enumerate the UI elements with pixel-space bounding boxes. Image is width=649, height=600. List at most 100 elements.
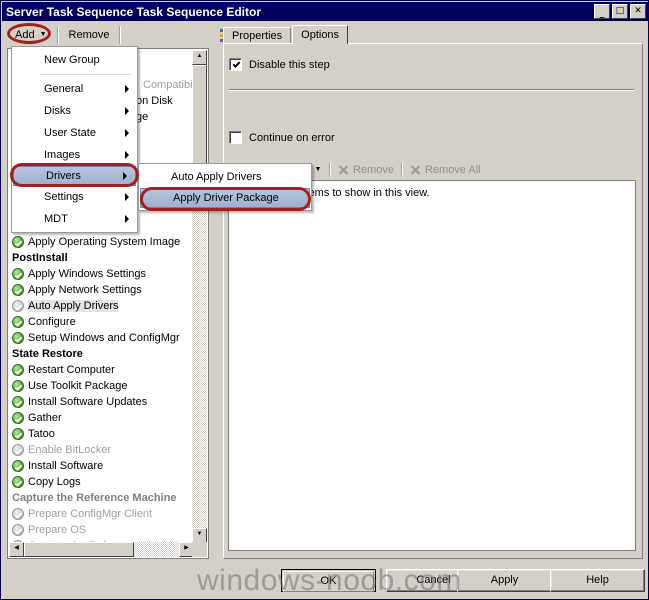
tree-item-label: Use Toolkit Package bbox=[28, 380, 128, 392]
chevron-down-icon: ▼ bbox=[39, 31, 47, 38]
remove-condition-button[interactable]: Remove bbox=[334, 161, 398, 178]
add-button-label: Add bbox=[15, 28, 35, 41]
ok-button[interactable]: OK bbox=[281, 569, 376, 592]
add-dropdown-menu[interactable]: New Group General Disks User State Image… bbox=[11, 46, 138, 233]
scroll-up-icon[interactable]: ▲ bbox=[192, 50, 207, 65]
tree-item-label: PostInstall bbox=[12, 252, 68, 264]
tree-vertical-scroll-thumb[interactable] bbox=[192, 65, 207, 169]
step-enabled-icon bbox=[12, 380, 24, 392]
step-enabled-icon bbox=[12, 364, 24, 376]
tree-item-tatoo[interactable]: Tatoo bbox=[8, 426, 193, 442]
step-enabled-icon bbox=[12, 316, 24, 328]
disable-this-step-checkbox[interactable] bbox=[229, 58, 242, 71]
remove-all-conditions-button[interactable]: Remove All bbox=[406, 161, 485, 178]
scroll-down-icon[interactable]: ▼ bbox=[192, 528, 207, 543]
tree-item-apply-windows-settings[interactable]: Apply Windows Settings bbox=[8, 266, 193, 282]
chevron-right-icon bbox=[125, 129, 129, 137]
tree-item-apply-operating-system-image[interactable]: Apply Operating System Image bbox=[8, 234, 193, 250]
menu-item-auto-apply-drivers[interactable]: Auto Apply Drivers bbox=[139, 166, 311, 188]
tree-item-enable-bitlocker[interactable]: Enable BitLocker bbox=[8, 442, 193, 458]
continue-on-error-row[interactable]: Continue on error bbox=[229, 131, 335, 144]
chevron-right-icon bbox=[125, 151, 129, 159]
continue-on-error-checkbox[interactable] bbox=[229, 131, 242, 144]
tree-item-label: Tatoo bbox=[28, 428, 55, 440]
menu-item-label: General bbox=[44, 83, 84, 95]
tree-item-label: Prepare OS bbox=[28, 524, 87, 536]
tree-item-use-toolkit-package[interactable]: Use Toolkit Package bbox=[8, 378, 193, 394]
tree-item-prepare-configmgr-client[interactable]: Prepare ConfigMgr Client bbox=[8, 506, 193, 522]
tree-item-install-software[interactable]: Install Software bbox=[8, 458, 193, 474]
maximize-icon[interactable]: □ bbox=[612, 4, 628, 19]
ok-button-label: OK bbox=[283, 571, 374, 592]
tree-item-label: Capture the Reference Machine bbox=[12, 492, 177, 504]
menu-item-apply-driver-package[interactable]: Apply Driver Package bbox=[140, 188, 310, 208]
step-enabled-icon bbox=[12, 284, 24, 296]
menu-item-disks[interactable]: Disks bbox=[12, 100, 137, 122]
step-disabled-icon bbox=[12, 300, 24, 312]
tree-horizontal-scroll-thumb[interactable] bbox=[24, 542, 134, 557]
step-enabled-icon bbox=[12, 476, 24, 488]
title-bar: Server Task Sequence Task Sequence Edito… bbox=[2, 2, 649, 21]
step-enabled-icon bbox=[12, 268, 24, 280]
tree-item-setup-windows-and-configmgr[interactable]: Setup Windows and ConfigMgr bbox=[8, 330, 193, 346]
scroll-left-icon[interactable]: ◀ bbox=[9, 542, 24, 557]
tree-item-copy-logs[interactable]: Copy Logs bbox=[8, 474, 193, 490]
menu-item-general[interactable]: General bbox=[12, 78, 137, 100]
tree-item-prepare-os[interactable]: Prepare OS bbox=[8, 522, 193, 538]
remove-button[interactable]: Remove bbox=[63, 25, 116, 45]
tab-properties[interactable]: Properties bbox=[223, 27, 292, 44]
tree-item-label: Apply Operating System Image bbox=[28, 236, 181, 248]
tree-vertical-scrollbar[interactable]: ▲ ▼ bbox=[192, 50, 207, 543]
task-sequence-editor-window: Server Task Sequence Task Sequence Edito… bbox=[0, 0, 649, 600]
tree-group-postinstall[interactable]: PostInstall bbox=[8, 250, 193, 266]
tree-item-restart-computer[interactable]: Restart Computer bbox=[8, 362, 193, 378]
tree-horizontal-scrollbar[interactable]: ◀ ▶ bbox=[9, 542, 194, 557]
remove-all-conditions-label: Remove All bbox=[424, 163, 481, 176]
tree-item-label: Restart Computer bbox=[28, 364, 115, 376]
tree-group-capture-the-reference-machine[interactable]: Capture the Reference Machine bbox=[8, 490, 193, 506]
tree-item-label: Setup Windows and ConfigMgr bbox=[28, 332, 180, 344]
tab-options[interactable]: Options bbox=[292, 25, 349, 44]
tree-item-label: Configure bbox=[28, 316, 76, 328]
add-condition-dropdown-icon[interactable]: ▼ bbox=[310, 161, 326, 178]
continue-on-error-label: Continue on error bbox=[249, 131, 335, 144]
add-button[interactable]: Add ▼ bbox=[9, 25, 53, 45]
close-icon[interactable]: ✕ bbox=[630, 4, 646, 19]
tree-group-state-restore[interactable]: State Restore bbox=[8, 346, 193, 362]
tree-item-apply-network-settings[interactable]: Apply Network Settings bbox=[8, 282, 193, 298]
menu-item-label: Auto Apply Drivers bbox=[171, 171, 262, 183]
step-disabled-icon bbox=[12, 508, 24, 520]
menu-item-label: Apply Driver Package bbox=[173, 192, 279, 204]
drivers-submenu[interactable]: Auto Apply Drivers Apply Driver Package bbox=[138, 163, 312, 211]
disable-this-step-row[interactable]: Disable this step bbox=[229, 58, 330, 71]
menu-item-drivers[interactable]: Drivers bbox=[13, 166, 136, 186]
tree-item-install-software-updates[interactable]: Install Software Updates bbox=[8, 394, 193, 410]
help-button[interactable]: Help bbox=[550, 569, 645, 592]
toolbar-separator-1 bbox=[56, 25, 59, 44]
menu-item-images[interactable]: Images bbox=[12, 144, 137, 166]
tree-item-gather[interactable]: Gather bbox=[8, 410, 193, 426]
window-title: Server Task Sequence Task Sequence Edito… bbox=[6, 4, 261, 19]
tree-row-label: on Disk bbox=[136, 95, 173, 107]
conditions-list-view[interactable]: There are no items to show in this view. bbox=[228, 180, 636, 551]
tree-item-auto-apply-drivers[interactable]: Auto Apply Drivers bbox=[8, 298, 193, 314]
tree-item-configure[interactable]: Configure bbox=[8, 314, 193, 330]
tree-item-label: Install Software bbox=[28, 460, 104, 472]
menu-item-user-state[interactable]: User State bbox=[12, 122, 137, 144]
tree-item-label: Apply Network Settings bbox=[28, 284, 142, 296]
step-enabled-icon bbox=[12, 236, 24, 248]
menu-item-mdt[interactable]: MDT bbox=[12, 208, 137, 230]
minimize-icon[interactable]: _ bbox=[594, 4, 610, 19]
conditions-toolbar-separator-1 bbox=[329, 162, 331, 177]
chevron-right-icon bbox=[125, 85, 129, 93]
close-icon bbox=[338, 164, 349, 175]
window-controls: _ □ ✕ bbox=[594, 4, 646, 19]
tree-item-label: Prepare ConfigMgr Client bbox=[28, 508, 153, 520]
menu-item-new-group[interactable]: New Group bbox=[12, 49, 137, 71]
toolbar-separator-2 bbox=[119, 25, 122, 44]
menu-item-settings[interactable]: Settings bbox=[12, 186, 137, 208]
chevron-right-icon bbox=[123, 172, 127, 180]
chevron-right-icon bbox=[125, 193, 129, 201]
apply-button[interactable]: Apply bbox=[457, 569, 552, 592]
step-enabled-icon bbox=[12, 460, 24, 472]
